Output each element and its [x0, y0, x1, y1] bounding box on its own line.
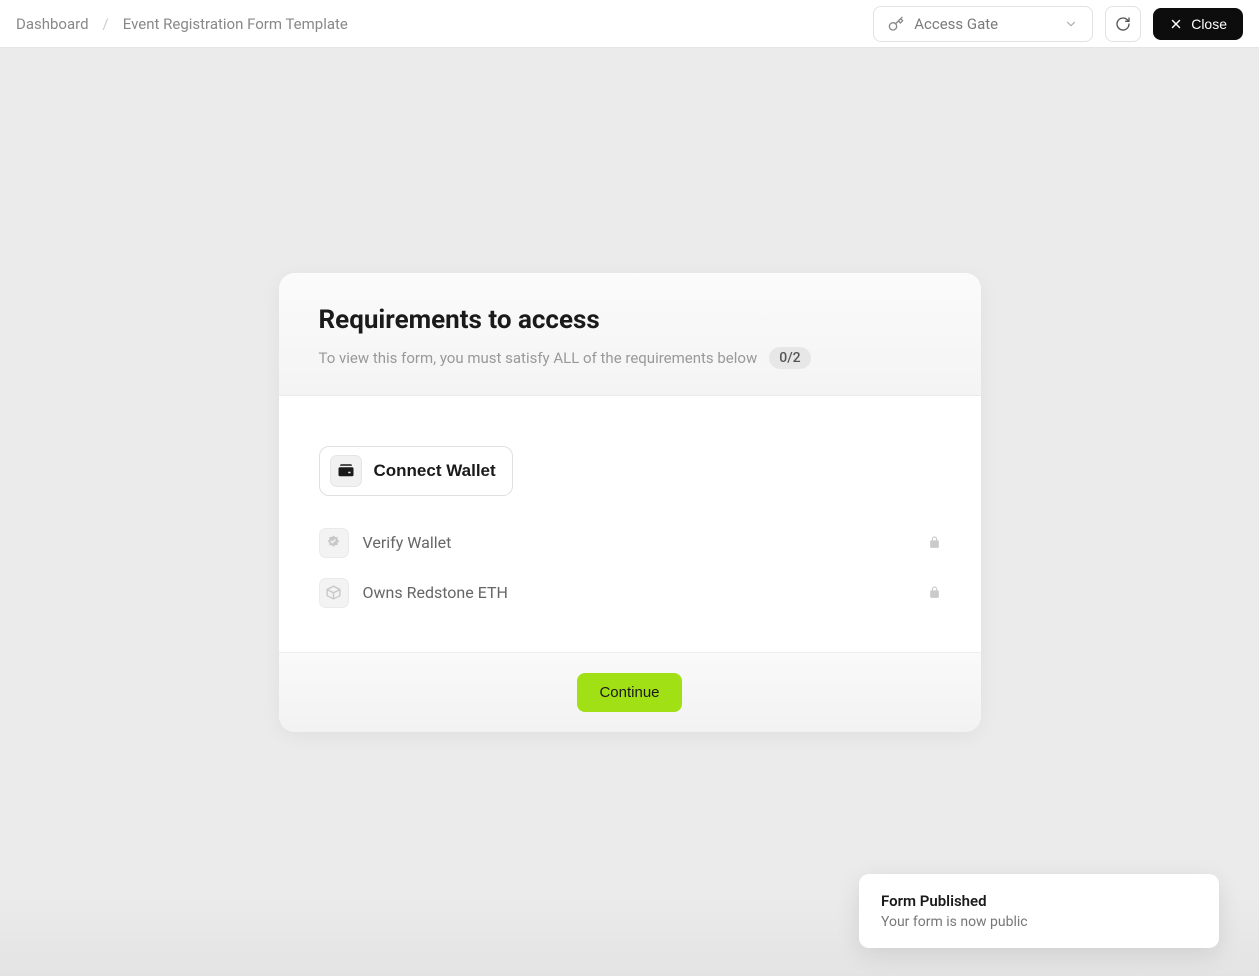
- close-label: Close: [1191, 16, 1227, 32]
- toast-body: Your form is now public: [881, 914, 1197, 930]
- header: Dashboard / Event Registration Form Temp…: [0, 0, 1259, 48]
- card-body: Connect Wallet Verify Wallet: [279, 396, 981, 652]
- verify-icon: [319, 528, 349, 558]
- chevron-down-icon: [1064, 17, 1078, 31]
- header-actions: Access Gate Close: [873, 6, 1243, 42]
- requirements-card: Requirements to access To view this form…: [279, 273, 981, 732]
- refresh-icon: [1115, 16, 1131, 32]
- toast-notification[interactable]: Form Published Your form is now public: [859, 874, 1219, 948]
- progress-badge: 0/2: [769, 347, 810, 369]
- close-button[interactable]: Close: [1153, 8, 1243, 40]
- requirement-row-verify: Verify Wallet: [319, 522, 941, 564]
- continue-button[interactable]: Continue: [577, 673, 681, 712]
- lock-icon: [928, 586, 941, 599]
- close-icon: [1169, 17, 1183, 31]
- cube-icon: [319, 578, 349, 608]
- requirement-row-owns: Owns Redstone ETH: [319, 572, 941, 614]
- toast-title: Form Published: [881, 892, 1197, 910]
- requirement-label: Owns Redstone ETH: [363, 583, 508, 602]
- card-footer: Continue: [279, 652, 981, 732]
- main-area: Requirements to access To view this form…: [0, 48, 1259, 976]
- connect-wallet-label: Connect Wallet: [374, 461, 496, 481]
- key-icon: [888, 16, 904, 32]
- breadcrumb-separator: /: [103, 15, 109, 33]
- wallet-icon: [330, 455, 362, 487]
- breadcrumb: Dashboard / Event Registration Form Temp…: [16, 15, 348, 33]
- breadcrumb-current[interactable]: Event Registration Form Template: [123, 15, 348, 33]
- card-header: Requirements to access To view this form…: [279, 273, 981, 396]
- card-subtitle: To view this form, you must satisfy ALL …: [319, 349, 758, 367]
- card-title: Requirements to access: [319, 305, 941, 335]
- breadcrumb-dashboard[interactable]: Dashboard: [16, 15, 89, 33]
- lock-icon: [928, 536, 941, 549]
- refresh-button[interactable]: [1105, 6, 1141, 42]
- access-gate-label: Access Gate: [914, 15, 998, 33]
- requirement-label: Verify Wallet: [363, 533, 452, 552]
- connect-wallet-button[interactable]: Connect Wallet: [319, 446, 513, 496]
- access-gate-dropdown[interactable]: Access Gate: [873, 6, 1093, 42]
